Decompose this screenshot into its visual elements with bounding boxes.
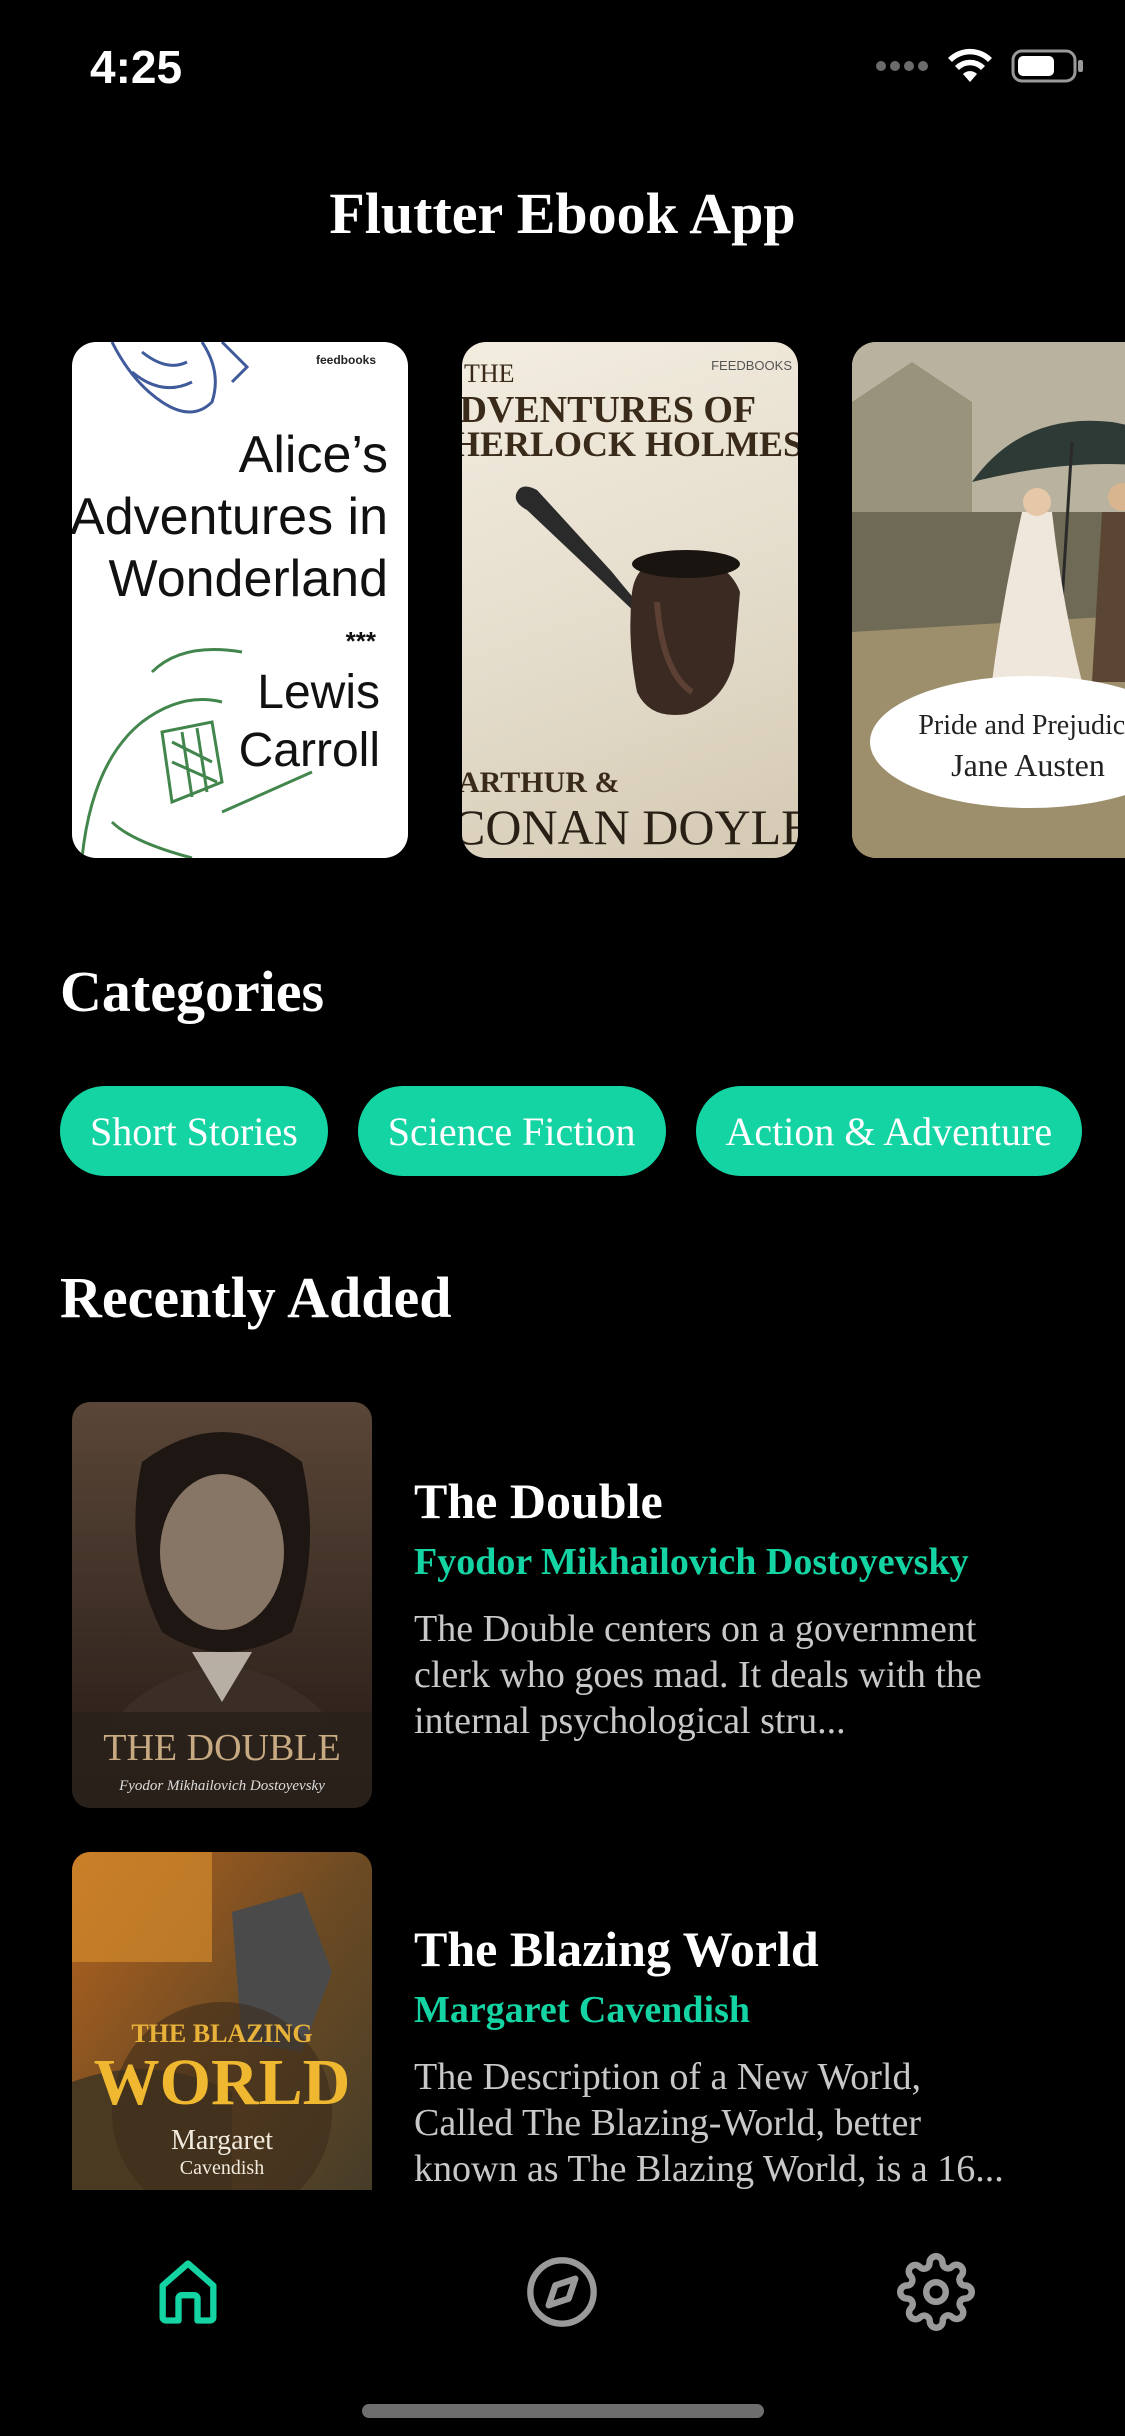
book-description-line: clerk who goes mad. It deals with the: [414, 1654, 982, 1696]
book-author: Margaret Cavendish: [414, 1989, 750, 2031]
page-title: Flutter Ebook App: [329, 181, 796, 246]
nav-explore[interactable]: [512, 2242, 612, 2342]
blazing-cover-author-line1: Margaret: [171, 2125, 273, 2156]
book-description: The Double centers on a government clerk…: [414, 1606, 1114, 1744]
nav-settings[interactable]: [886, 2242, 986, 2342]
signal-icon: [876, 61, 928, 71]
blazing-cover-title-big: WORLD: [94, 2046, 351, 2119]
category-chip-science-fiction[interactable]: Science Fiction: [357, 1086, 666, 1176]
featured-book-sherlock[interactable]: FEEDBOOKS THE ADVENTURES OF SHERLOCK HOL…: [462, 342, 798, 858]
status-time: 4:25: [90, 41, 183, 93]
bottom-nav: [0, 2190, 1125, 2436]
book-description-line: internal psychological stru...: [414, 1700, 846, 1742]
blazing-cover-title-small: THE BLAZING: [131, 2019, 312, 2048]
screen: 4:25 Flutter Ebook App feedbooks Alice’s…: [0, 0, 1125, 2436]
book-title: The Double: [414, 1473, 663, 1529]
featured-book-alice[interactable]: feedbooks Alice’s Adventures in Wonderla…: [72, 342, 408, 858]
category-chip-short-stories[interactable]: Short Stories: [60, 1086, 328, 1176]
category-chip-action-adventure[interactable]: Action & Adventure: [695, 1086, 1083, 1176]
sherlock-cover-art: FEEDBOOKS THE ADVENTURES OF SHERLOCK HOL…: [462, 358, 798, 855]
home-icon: [159, 2260, 217, 2324]
alice-title-line2: Adventures in: [72, 488, 388, 546]
sherlock-publisher: FEEDBOOKS: [711, 358, 792, 373]
recently-added-heading: Recently Added: [60, 1265, 452, 1330]
sherlock-author-line2: CONAN DOYLE: [462, 799, 798, 855]
book-description-line: The Description of a New World,: [414, 2056, 921, 2098]
recent-list[interactable]: THE DOUBLE Fyodor Mikhailovich Dostoyevs…: [0, 1402, 1125, 2190]
sherlock-author-line1: ARTHUR &: [462, 766, 619, 799]
wifi-icon: [948, 48, 992, 82]
book-description-line: known as The Blazing World, is a 16...: [414, 2148, 1004, 2190]
double-cover-title: THE DOUBLE: [103, 1727, 340, 1769]
gear-icon: [897, 2253, 975, 2331]
featured-book-pride[interactable]: Pride and Prejudice Jane Austen: [852, 342, 1125, 858]
list-item[interactable]: THE BLAZING WORLD Margaret Cavendish The…: [72, 1852, 1112, 2190]
pipe-illustration: [515, 486, 740, 716]
list-item[interactable]: THE DOUBLE Fyodor Mikhailovich Dostoyevs…: [72, 1402, 1112, 1812]
book-description-line: The Double centers on a government: [414, 1608, 977, 1650]
compass-icon: [527, 2257, 597, 2327]
book-author: Fyodor Mikhailovich Dostoyevsky: [414, 1541, 969, 1583]
double-cover-author: Fyodor Mikhailovich Dostoyevsky: [118, 1778, 325, 1794]
nav-home[interactable]: [138, 2242, 238, 2342]
book-title: The Blazing World: [414, 1921, 819, 1977]
home-indicator[interactable]: [362, 2404, 764, 2418]
battery-icon: [1011, 49, 1083, 83]
alice-author-line2: Carroll: [239, 724, 380, 777]
alice-author-line1: Lewis: [257, 666, 380, 719]
blazing-cover-author-line2: Cavendish: [180, 2157, 264, 2179]
sherlock-title-line1: THE: [464, 359, 515, 388]
pride-title: Pride and Prejudice: [918, 710, 1125, 741]
book-description: The Description of a New World, Called T…: [414, 2054, 1114, 2190]
book-info: The Double Fyodor Mikhailovich Dostoyevs…: [414, 1472, 1114, 1744]
categories-heading: Categories: [60, 959, 325, 1024]
book-description-line: Called The Blazing-World, better: [414, 2102, 921, 2144]
alice-title-line1: Alice’s: [239, 426, 388, 484]
book-info: The Blazing World Margaret Cavendish The…: [414, 1920, 1114, 2190]
status-icons: [875, 48, 1085, 84]
pride-author: Jane Austen: [951, 747, 1105, 783]
alice-stars: ***: [346, 626, 377, 656]
status-bar: 4:25: [0, 0, 1125, 140]
alice-publisher: feedbooks: [316, 353, 376, 367]
book-cover-the-blazing-world: THE BLAZING WORLD Margaret Cavendish: [72, 1852, 372, 2190]
sherlock-title-line3: SHERLOCK HOLMES: [462, 424, 798, 464]
featured-carousel[interactable]: feedbooks Alice’s Adventures in Wonderla…: [72, 342, 1125, 858]
pride-cover-art: Pride and Prejudice Jane Austen: [852, 342, 1125, 858]
alice-cover-art: feedbooks Alice’s Adventures in Wonderla…: [72, 342, 388, 858]
book-cover-the-double: THE DOUBLE Fyodor Mikhailovich Dostoyevs…: [72, 1402, 372, 1808]
alice-title-line3: Wonderland: [109, 550, 388, 608]
categories-scroller[interactable]: Short Stories Science Fiction Action & A…: [60, 1086, 1125, 1178]
